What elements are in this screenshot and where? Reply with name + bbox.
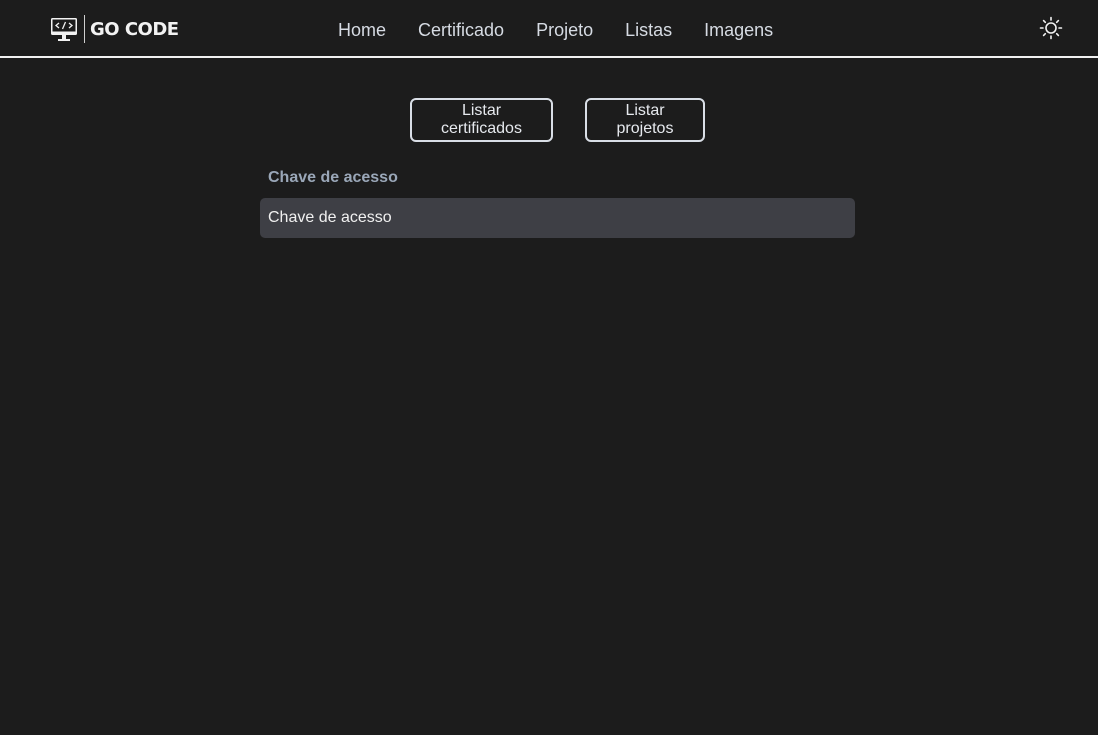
theme-toggle-button[interactable]	[1039, 16, 1063, 40]
nav-link-projeto[interactable]: Projeto	[536, 19, 593, 41]
list-certificates-button[interactable]: Listar certificados	[410, 98, 553, 142]
nav-link-home[interactable]: Home	[338, 19, 386, 41]
nav-link-imagens[interactable]: Imagens	[704, 19, 773, 41]
access-key-input[interactable]	[260, 198, 855, 238]
navbar: GO CODE Home Certificado Projeto Listas …	[0, 0, 1098, 58]
logo-divider	[84, 15, 85, 43]
access-key-label: Chave de acesso	[268, 169, 398, 186]
monitor-code-icon	[51, 18, 77, 41]
nav-link-certificado[interactable]: Certificado	[418, 19, 504, 41]
main-nav: Home Certificado Projeto Listas Imagens	[338, 19, 805, 41]
list-projects-button[interactable]: Listar projetos	[585, 98, 705, 142]
brand-logo[interactable]: GO CODE	[50, 15, 179, 43]
sun-icon	[1039, 16, 1063, 40]
nav-link-listas[interactable]: Listas	[625, 19, 672, 41]
action-buttons: Listar certificados Listar projetos	[410, 98, 705, 142]
brand-name: GO CODE	[90, 18, 179, 40]
